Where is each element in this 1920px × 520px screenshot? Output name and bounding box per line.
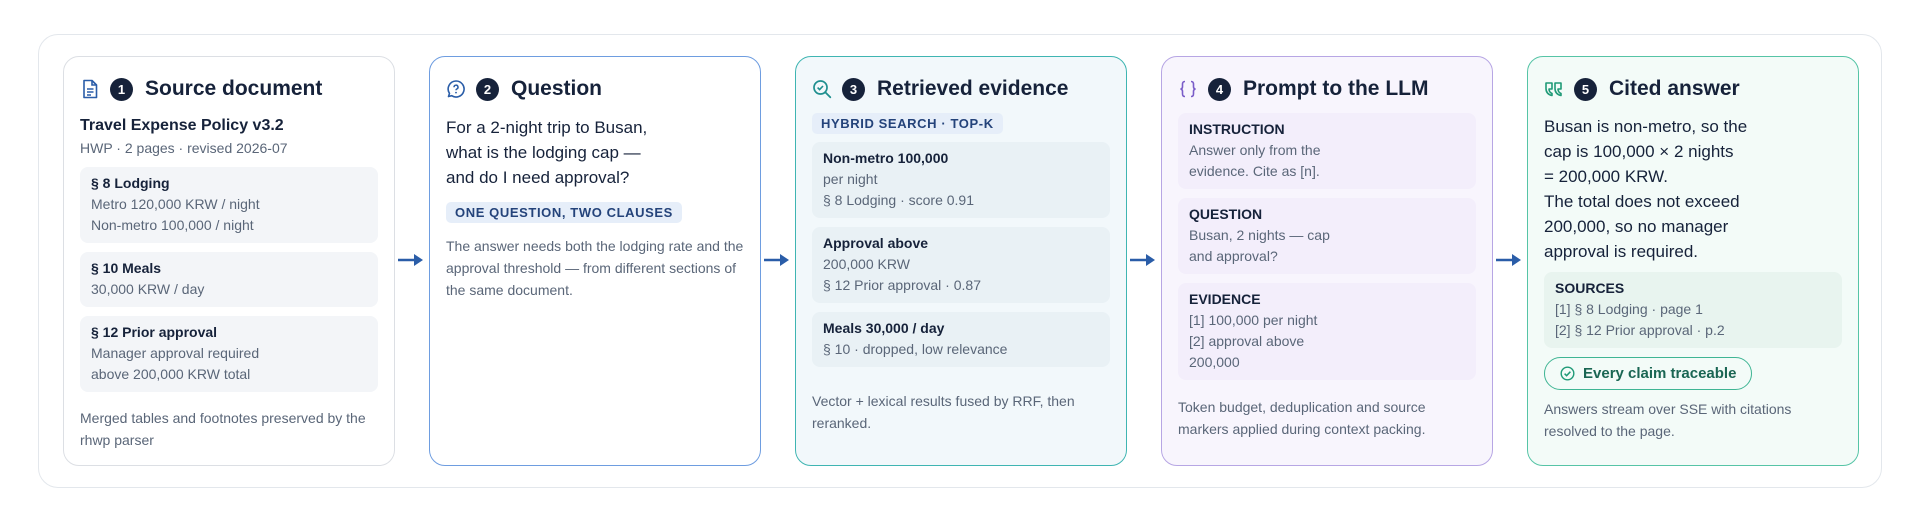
answer-text: Busan is non-metro, so the cap is 100,00… <box>1544 114 1842 264</box>
question-text: For a 2-night trip to Busan, what is the… <box>446 115 744 190</box>
result-line: per night <box>823 171 878 187</box>
section-title: § 12 Prior approval <box>91 324 218 340</box>
section-lodging: § 8 Lodging Metro 120,000 KRW / night No… <box>80 167 378 243</box>
step-title: Source document <box>145 77 323 100</box>
quote-icon <box>1544 79 1564 99</box>
source-line: [2] § 12 Prior approval · p.2 <box>1555 322 1725 338</box>
block-line: and approval? <box>1189 248 1278 264</box>
prompt-question: QUESTION Busan, 2 nights — cap and appro… <box>1178 198 1476 274</box>
question-line: what is the lodging cap — <box>446 143 641 162</box>
step-number: 3 <box>842 77 865 101</box>
block-title: EVIDENCE <box>1189 291 1261 307</box>
step-number: 2 <box>476 77 499 101</box>
braces-icon <box>1178 79 1198 99</box>
arrow-right-icon <box>764 254 789 266</box>
step-number: 1 <box>110 77 133 101</box>
question-line: For a 2-night trip to Busan, <box>446 118 648 137</box>
search-check-icon <box>812 79 832 99</box>
arrow-right-icon <box>398 254 423 266</box>
result-title: Approval above <box>823 235 929 251</box>
source-line: [1] § 8 Lodging · page 1 <box>1555 301 1703 317</box>
section-line: 30,000 KRW / day <box>91 281 205 297</box>
block-title: INSTRUCTION <box>1189 121 1285 137</box>
result-title: Non-metro 100,000 <box>823 150 949 166</box>
result-line: § 10 · dropped, low relevance <box>823 341 1008 357</box>
evidence-result-dropped: Meals 30,000 / day § 10 · dropped, low r… <box>812 312 1110 367</box>
doc-meta: HWP · 2 pages · revised 2026-07 <box>80 140 288 156</box>
doc-title: Travel Expense Policy v3.2 <box>80 117 284 134</box>
sources-title: SOURCES <box>1555 280 1625 296</box>
result-title: Meals 30,000 / day <box>823 320 945 336</box>
question-line: and do I need approval? <box>446 168 630 187</box>
block-line: evidence. Cite as [n]. <box>1189 163 1320 179</box>
answer-line: Busan is non-metro, so the <box>1544 117 1748 136</box>
block-title: QUESTION <box>1189 206 1263 222</box>
step-card-cited-answer: 5 Cited answer Busan is non-metro, so th… <box>1527 56 1859 466</box>
answer-line: cap is 100,000 × 2 nights <box>1544 142 1734 161</box>
arrow-right-icon <box>1496 254 1521 266</box>
search-tag: HYBRID SEARCH · TOP-K <box>812 113 1003 134</box>
result-line: § 8 Lodging · score 0.91 <box>823 192 974 208</box>
block-line: 200,000 <box>1189 354 1240 370</box>
step-header: 2 Question <box>446 73 744 105</box>
check-circle-icon <box>1560 366 1575 381</box>
prompt-instruction: INSTRUCTION Answer only from the evidenc… <box>1178 113 1476 189</box>
block-line: [1] 100,000 per night <box>1189 312 1318 328</box>
result-line: § 12 Prior approval · 0.87 <box>823 277 981 293</box>
block-line: [2] approval above <box>1189 333 1305 349</box>
answer-line: The total does not exceed <box>1544 192 1740 211</box>
evidence-result: Approval above 200,000 KRW § 12 Prior ap… <box>812 227 1110 303</box>
step-header: 4 Prompt to the LLM <box>1178 73 1476 105</box>
answer-line: 200,000, so no manager <box>1544 217 1729 236</box>
step-number: 5 <box>1574 77 1597 101</box>
step-card-question: 2 Question For a 2-night trip to Busan, … <box>429 56 761 466</box>
section-prior-approval: § 12 Prior approval Manager approval req… <box>80 316 378 392</box>
prompt-evidence: EVIDENCE [1] 100,000 per night [2] appro… <box>1178 283 1476 380</box>
step-card-prompt: 4 Prompt to the LLM INSTRUCTION Answer o… <box>1161 56 1493 466</box>
badge-label: Every claim traceable <box>1583 365 1737 382</box>
sources-box: SOURCES [1] § 8 Lodging · page 1 [2] § 1… <box>1544 272 1842 348</box>
step-header: 1 Source document <box>80 73 378 105</box>
answer-line: = 200,000 KRW. <box>1544 167 1668 186</box>
chat-question-icon <box>446 79 466 99</box>
step-title: Retrieved evidence <box>877 77 1069 100</box>
traceable-badge: Every claim traceable <box>1544 357 1753 390</box>
result-line: 200,000 KRW <box>823 256 910 272</box>
section-line: Manager approval required <box>91 345 260 361</box>
section-title: § 8 Lodging <box>91 175 170 191</box>
arrow-right-icon <box>1130 254 1155 266</box>
step-header: 3 Retrieved evidence <box>812 73 1110 105</box>
section-line: above 200,000 KRW total <box>91 366 251 382</box>
step-footer: Answers stream over SSE with citations r… <box>1544 401 1792 439</box>
step-card-retrieved-evidence: 3 Retrieved evidence HYBRID SEARCH · TOP… <box>795 56 1127 466</box>
document-icon <box>80 79 100 99</box>
step-footer: Vector + lexical results fused by RRF, t… <box>812 393 1075 431</box>
evidence-result: Non-metro 100,000 per night § 8 Lodging … <box>812 142 1110 218</box>
step-footer: Merged tables and footnotes preserved by… <box>80 410 366 448</box>
step-title: Question <box>511 77 603 100</box>
block-line: Busan, 2 nights — cap <box>1189 227 1330 243</box>
block-line: Answer only from the <box>1189 142 1321 158</box>
section-line: Non-metro 100,000 / night <box>91 217 254 233</box>
answer-line: approval is required. <box>1544 242 1699 261</box>
step-footer: Token budget, deduplication and source m… <box>1178 399 1426 437</box>
section-meals: § 10 Meals 30,000 KRW / day <box>80 252 378 307</box>
question-tag: ONE QUESTION, TWO CLAUSES <box>446 202 682 223</box>
section-title: § 10 Meals <box>91 260 162 276</box>
step-number: 4 <box>1208 77 1231 101</box>
step-title: Prompt to the LLM <box>1243 77 1429 100</box>
question-note: The answer needs both the lodging rate a… <box>446 238 744 298</box>
step-header: 5 Cited answer <box>1544 73 1842 105</box>
section-line: Metro 120,000 KRW / night <box>91 196 260 212</box>
step-title: Cited answer <box>1609 77 1740 100</box>
step-card-source-document: 1 Source document Travel Expense Policy … <box>63 56 395 466</box>
